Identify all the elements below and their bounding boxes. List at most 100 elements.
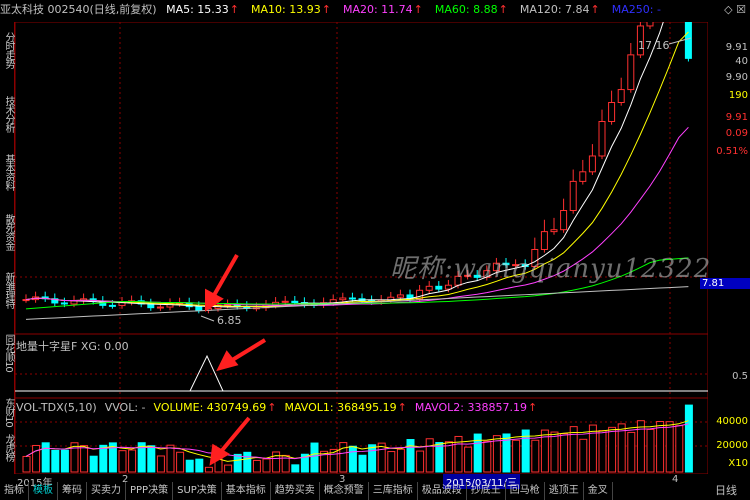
- axis-label: 0.5: [732, 371, 748, 382]
- volume-bar: [387, 451, 396, 473]
- volume-bar: [310, 442, 319, 473]
- axis-label: 190: [728, 90, 748, 101]
- bottom-tab[interactable]: 回马枪: [506, 482, 545, 500]
- bottom-tab[interactable]: 基本指标: [222, 482, 271, 500]
- bottom-tab[interactable]: 抄底王: [467, 482, 506, 500]
- volume-bar: [473, 433, 482, 473]
- left-tab-bar: 分时走势技术分析基本资料散死资金新雏理特同花顺10 东财10 龙虎榜: [0, 22, 15, 474]
- watermark: 昵称:wangqianyu12322: [390, 254, 712, 284]
- volume-bar: [464, 446, 473, 473]
- volume-bar: [416, 450, 425, 473]
- candle: [627, 54, 635, 91]
- volume-bar: [22, 455, 31, 473]
- bottom-tab[interactable]: SUP决策: [173, 482, 222, 500]
- left-tab[interactable]: 技术分析: [0, 96, 14, 132]
- volume-legend-item: VOLUME: 430749.69↑: [153, 401, 277, 414]
- up-arrow-icon: ↑: [267, 401, 277, 414]
- volume-bar: [80, 445, 89, 473]
- ma-legend-item: MA250: -: [611, 3, 661, 16]
- ma-legend: MA5: 15.33↑ MA10: 13.93↑ MA20: 11.74↑ MA60:…: [166, 3, 667, 16]
- candle: [569, 180, 577, 212]
- bottom-tab[interactable]: 金叉: [584, 482, 613, 500]
- axis-label: 9.91: [725, 112, 748, 123]
- left-tab[interactable]: 龙虎榜: [0, 434, 14, 461]
- left-tab[interactable]: 同花顺10: [0, 334, 14, 372]
- bottom-tab[interactable]: PPP决策: [126, 482, 174, 500]
- volume-bar: [204, 466, 213, 473]
- left-tab[interactable]: 新雏理特: [0, 272, 14, 308]
- close-icon[interactable]: ☒: [736, 3, 746, 16]
- period-label[interactable]: 日线: [715, 482, 737, 498]
- volume-bar: [406, 439, 415, 473]
- window-controls[interactable]: ◇ ☒: [724, 3, 746, 16]
- up-arrow-icon: ↑: [321, 3, 331, 16]
- volume-bar: [252, 459, 261, 473]
- bottom-tab[interactable]: 三库指标: [369, 482, 418, 500]
- candle: [540, 231, 548, 250]
- restore-icon[interactable]: ◇: [724, 3, 732, 16]
- volume-bar: [224, 464, 233, 473]
- candle: [646, 22, 654, 27]
- axis-label: 9.91: [725, 42, 748, 53]
- volume-bar: [118, 450, 127, 473]
- candle: [291, 300, 299, 304]
- volume-bar: [569, 426, 578, 473]
- high-price-label: 17.16: [638, 39, 670, 52]
- volume-bar: [608, 426, 617, 473]
- candle: [156, 306, 164, 309]
- volume-bar: [262, 458, 271, 473]
- volume-legend-item: VVOL: -: [104, 401, 146, 414]
- axis-label: 0.51%: [716, 146, 748, 157]
- bottom-tab[interactable]: 概念预警: [320, 482, 369, 500]
- bottom-tab[interactable]: 趋势买卖: [271, 482, 320, 500]
- candle: [579, 171, 587, 182]
- bottom-tab[interactable]: 筹码: [58, 482, 87, 500]
- chart-header: 亚太科技 002540(日线,前复权) MA5: 15.33↑ MA10: 13.…: [0, 0, 710, 20]
- up-arrow-icon: ↑: [498, 3, 508, 16]
- axis-label: 40000: [716, 416, 748, 427]
- bottom-tab[interactable]: 买卖力: [87, 482, 126, 500]
- left-tab[interactable]: 分时走势: [0, 32, 14, 68]
- up-arrow-icon: ↑: [590, 3, 600, 16]
- volume-bar: [176, 451, 185, 473]
- low-price-label: 6.85: [217, 314, 242, 327]
- volume-bar: [588, 424, 597, 473]
- candle: [339, 297, 347, 301]
- bottom-tab[interactable]: 逃顶王: [545, 482, 584, 500]
- volume-bar: [243, 451, 252, 473]
- up-arrow-icon: ↑: [413, 3, 423, 16]
- volume-bar: [185, 459, 194, 473]
- price-panel-border: [15, 22, 708, 335]
- left-tab[interactable]: 东财10: [0, 398, 14, 427]
- volume-bar: [147, 445, 156, 473]
- up-arrow-icon: ↑: [397, 401, 407, 414]
- volume-bar: [60, 449, 69, 473]
- ma-legend-item: MA20: 11.74↑: [342, 3, 423, 16]
- volume-bar: [99, 444, 108, 473]
- volume-bar: [166, 444, 175, 473]
- volume-bar: [195, 458, 204, 473]
- left-tab[interactable]: 基本资料: [0, 154, 14, 190]
- volume-bar: [51, 449, 60, 473]
- ma-legend-item: MA60: 8.88↑: [434, 3, 508, 16]
- candle: [598, 121, 606, 157]
- axis-label: 20000: [716, 440, 748, 451]
- candle: [435, 285, 443, 290]
- volume-bar: [272, 451, 281, 473]
- volume-bar: [550, 431, 559, 473]
- candle: [684, 22, 692, 59]
- bottom-tab[interactable]: 极品波段: [418, 482, 467, 500]
- volume-bar: [656, 421, 665, 473]
- annotation-arrows: [205, 254, 267, 466]
- volume-bar: [483, 440, 492, 473]
- up-arrow-icon: ↑: [527, 401, 538, 414]
- left-tab[interactable]: 散死资金: [0, 214, 14, 250]
- volume-legend-item: VOL-TDX(5,10): [16, 401, 97, 414]
- volume-bar: [32, 444, 41, 473]
- volume-bar: [396, 448, 405, 473]
- volume-bar: [675, 425, 684, 473]
- bottom-tab[interactable]: 指标: [0, 482, 29, 500]
- bottom-tab[interactable]: 模板: [29, 482, 58, 500]
- volume-bar: [425, 438, 434, 473]
- volume-bar: [89, 455, 98, 473]
